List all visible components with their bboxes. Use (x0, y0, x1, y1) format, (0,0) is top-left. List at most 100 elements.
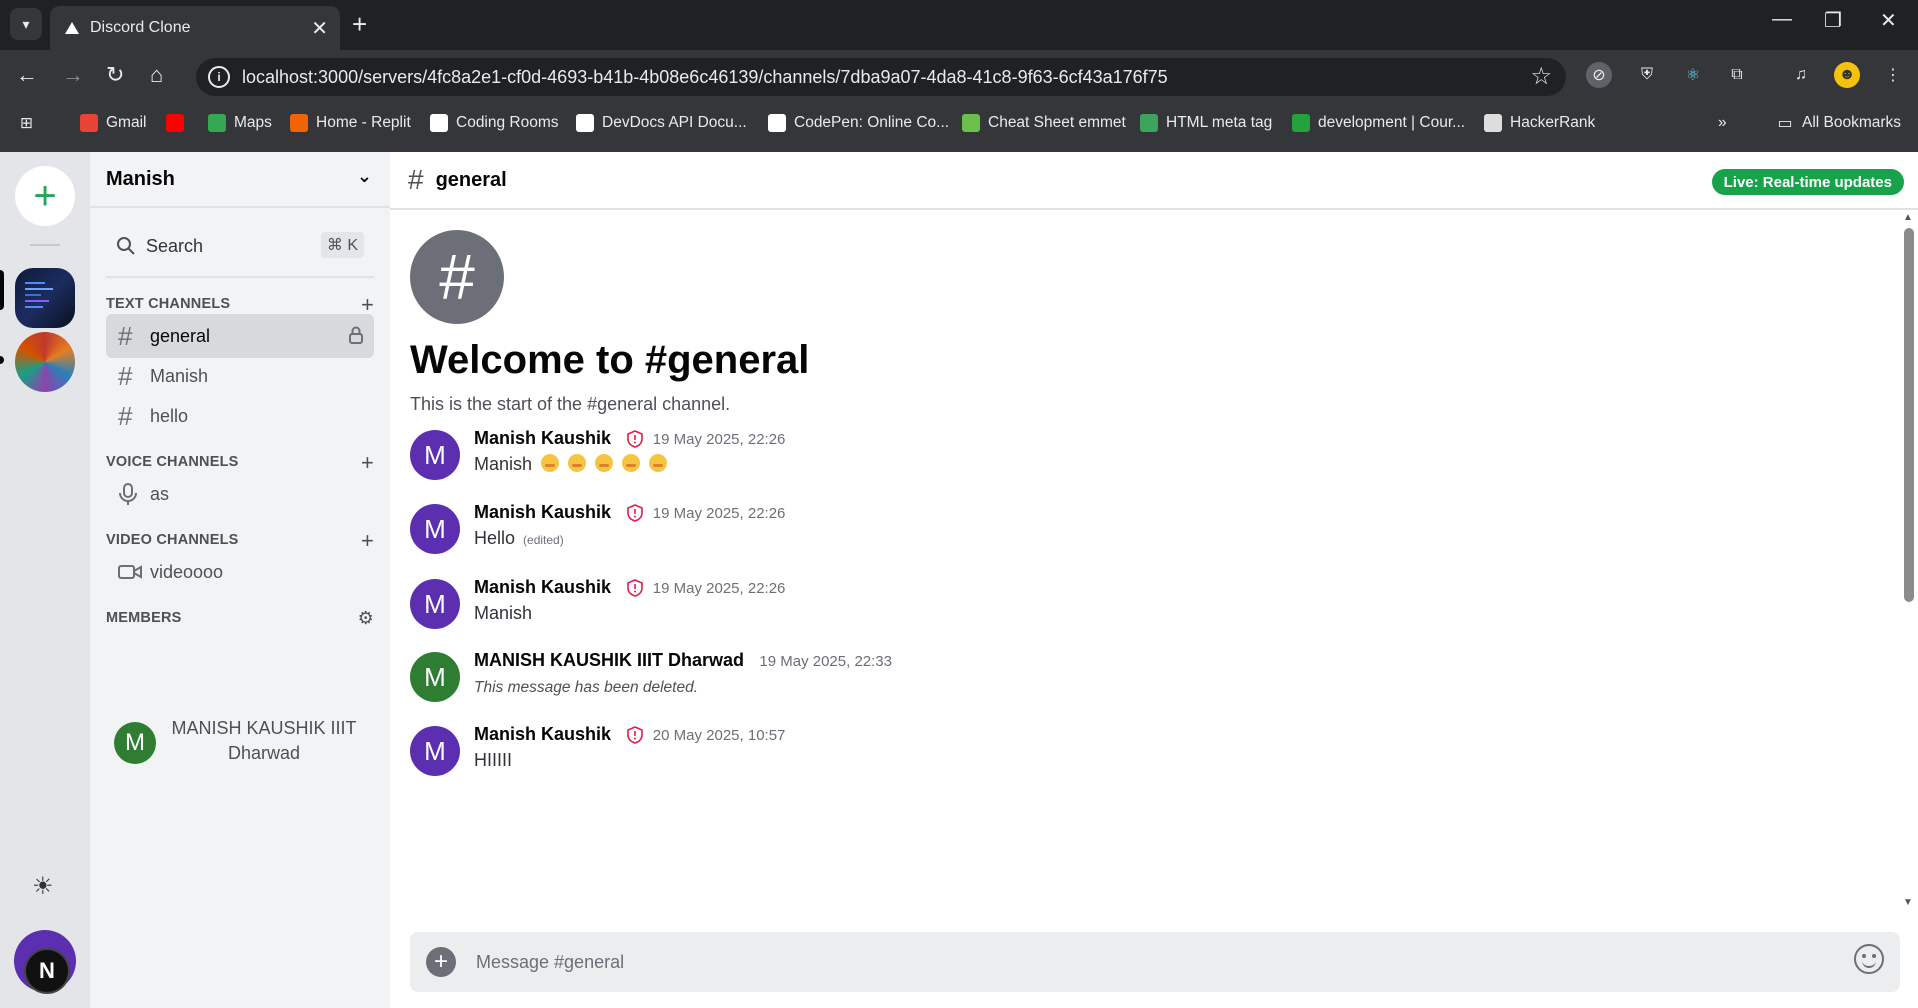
message-content: This message has been deleted. (474, 676, 698, 697)
message-avatar[interactable]: M (410, 430, 460, 480)
scroll-up-icon[interactable]: ▲ (1903, 212, 1913, 223)
scroll-thumb[interactable] (1904, 228, 1914, 602)
close-window-icon[interactable]: ✕ (1880, 8, 1897, 33)
check-icon (1292, 114, 1310, 132)
message-composer: + (410, 932, 1900, 992)
channel-item-general[interactable]: # general (106, 314, 374, 358)
message-author[interactable]: Manish Kaushik (474, 577, 611, 598)
message-timestamp: 19 May 2025, 22:33 (759, 653, 892, 670)
add-server-button[interactable]: + (15, 166, 75, 226)
bookmark-label: HackerRank (1510, 114, 1596, 131)
shield-extension-icon[interactable]: ⛨ (1634, 62, 1660, 88)
bookmark-label: Cheat Sheet emmet (988, 114, 1126, 131)
bookmark-codepen-online-co[interactable]: CodePen: Online Co... (768, 114, 949, 132)
browser-tab[interactable]: Discord Clone ✕ (50, 6, 340, 50)
tab-strip: ▾ Discord Clone ✕ + — ❐ ✕ (0, 0, 1918, 50)
apps-grid-icon[interactable]: ⊞ (20, 114, 33, 133)
nextjs-dev-badge[interactable]: N (24, 948, 70, 994)
url-text: localhost:3000/servers/4fc8a2e1-cf0d-469… (242, 66, 1168, 87)
bookmark-devdocs-api-docu[interactable]: DevDocs API Docu... (576, 114, 747, 132)
video-channels-header: VIDEO CHANNELS + (106, 528, 374, 553)
minimize-icon[interactable]: — (1772, 8, 1792, 31)
welcome-subtitle: This is the start of the #general channe… (410, 394, 731, 414)
extension-icon[interactable]: ⊘ (1586, 62, 1612, 88)
message-list[interactable]: # Welcome to #general This is the start … (390, 210, 1900, 910)
server-icon-2[interactable] (15, 332, 75, 392)
section-label: TEXT CHANNELS (106, 296, 231, 312)
sidebar-divider (106, 276, 374, 278)
restore-icon[interactable]: ❐ (1824, 8, 1842, 33)
message-avatar[interactable]: M (410, 726, 460, 776)
admin-shield-icon (626, 504, 643, 527)
new-tab-button[interactable]: + (352, 10, 367, 38)
media-control-icon[interactable]: ♫ (1788, 62, 1814, 88)
bookmark-label: development | Cour... (1318, 114, 1466, 131)
forward-icon[interactable]: → (62, 62, 84, 88)
bookmark-development-cour[interactable]: development | Cour... (1292, 114, 1465, 132)
tab-search-button[interactable]: ▾ (10, 8, 42, 40)
message-item[interactable]: M Manish Kaushik 19 May 2025, 22:26 Manish (410, 426, 1810, 496)
profile-avatar-icon[interactable]: ☻ (1834, 62, 1860, 88)
bookmark-label: Gmail (106, 114, 147, 131)
bookmark-maps[interactable]: Maps (208, 114, 272, 132)
rail-separator (30, 244, 60, 246)
back-icon[interactable]: ← (16, 62, 38, 88)
more-bookmarks-icon[interactable]: » (1718, 114, 1727, 132)
message-scrollbar[interactable]: ▲ ▼ (1900, 210, 1918, 910)
message-item[interactable]: M Manish Kaushik 20 May 2025, 10:57 HIIIII (410, 722, 1810, 792)
close-tab-icon[interactable]: ✕ (311, 16, 328, 41)
message-item[interactable]: M Manish Kaushik 19 May 2025, 22:26 Hello (e… (410, 500, 1810, 570)
react-devtools-icon[interactable]: ⚛ (1680, 62, 1706, 88)
channel-search-button[interactable]: Search ⌘ K (106, 226, 374, 266)
bookmark-youtube[interactable] (166, 114, 192, 132)
emoji-picker-icon[interactable] (1854, 944, 1884, 974)
extensions-puzzle-icon[interactable]: ⧉ (1724, 62, 1750, 88)
bookmark-star-icon[interactable]: ☆ (1530, 62, 1552, 91)
hash-icon: # (118, 320, 133, 351)
bookmark-gmail[interactable]: Gmail (80, 114, 146, 132)
server-name: Manish (106, 167, 175, 190)
scroll-down-icon[interactable]: ▼ (1903, 897, 1913, 908)
all-bookmarks[interactable]: ▭ All Bookmarks (1776, 114, 1901, 132)
theme-toggle-sun-icon[interactable]: ☀ (32, 872, 54, 901)
channel-label: Manish (150, 365, 209, 386)
bookmark-label: CodePen: Online Co... (794, 114, 950, 131)
server-header[interactable]: Manish ⌄ (90, 152, 390, 208)
message-item[interactable]: M MANISH KAUSHIK IIIT Dharwad 19 May 2025,… (410, 648, 1810, 718)
bookmark-home-replit[interactable]: Home - Replit (290, 114, 411, 132)
attach-plus-button[interactable]: + (426, 947, 456, 977)
home-icon[interactable]: ⌂ (150, 62, 163, 88)
manage-members-gear-icon[interactable]: ⚙ (358, 608, 374, 629)
search-label: Search (146, 235, 204, 256)
message-avatar[interactable]: M (410, 579, 460, 629)
message-author[interactable]: Manish Kaushik (474, 428, 611, 449)
channel-item-hello[interactable]: # hello (106, 394, 374, 438)
message-item[interactable]: M Manish Kaushik 19 May 2025, 22:26 Manish (410, 575, 1810, 645)
message-avatar[interactable]: M (410, 504, 460, 554)
message-input[interactable] (476, 932, 1776, 992)
message-author[interactable]: Manish Kaushik (474, 724, 611, 745)
message-avatar[interactable]: M (410, 652, 460, 702)
message-content: HIIIII (474, 750, 512, 771)
hash-icon: # (408, 164, 424, 195)
channel-item-videoooo[interactable]: videoooo (106, 550, 374, 594)
channel-item-manish[interactable]: # Manish (106, 354, 374, 398)
message-author[interactable]: MANISH KAUSHIK IIIT Dharwad (474, 650, 744, 671)
chat-area: # general Live: Real-time updates # Welc… (390, 152, 1918, 1008)
server-rail: + ☀ N (0, 152, 90, 1008)
address-bar[interactable]: i localhost:3000/servers/4fc8a2e1-cf0d-4… (196, 58, 1566, 96)
channel-title: general (435, 168, 507, 191)
bookmark-cheat-sheet-emmet[interactable]: Cheat Sheet emmet (962, 114, 1126, 132)
edited-label: (edited) (523, 533, 564, 547)
server-icon-1[interactable] (15, 268, 75, 328)
channel-item-as[interactable]: as (106, 472, 374, 516)
bookmark-coding-rooms[interactable]: Coding Rooms (430, 114, 559, 132)
reload-icon[interactable]: ↻ (106, 62, 124, 88)
microphone-icon (119, 483, 137, 505)
message-author[interactable]: Manish Kaushik (474, 502, 611, 523)
bookmark-hackerrank[interactable]: HackerRank (1484, 114, 1595, 132)
menu-kebab-icon[interactable]: ⋮ (1880, 62, 1906, 88)
site-info-icon[interactable]: i (208, 66, 230, 88)
bookmark-html-meta-tag[interactable]: HTML meta tag (1140, 114, 1272, 132)
member-item[interactable]: M MANISH KAUSHIK IIIT Dharwad (114, 716, 374, 776)
